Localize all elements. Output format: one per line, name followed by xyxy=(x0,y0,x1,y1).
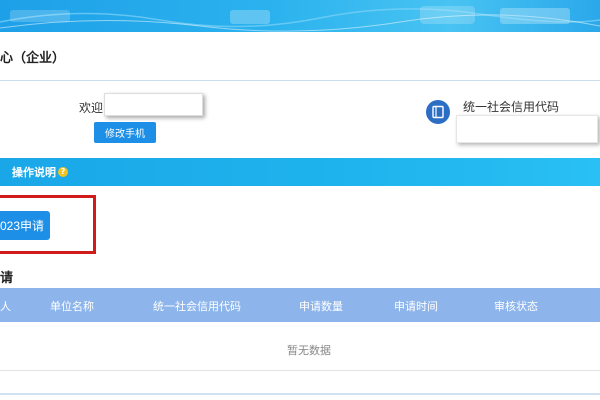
column-header: 单位名称 xyxy=(50,300,94,313)
change-phone-button[interactable]: 修改手机 xyxy=(94,122,156,143)
page-title: 心（企业） xyxy=(0,51,66,66)
empty-state: 暂无数据 xyxy=(287,344,331,357)
credit-code-label: 统一社会信用代码 xyxy=(463,100,560,114)
divider xyxy=(0,80,600,81)
username-display xyxy=(104,93,203,116)
header-banner xyxy=(0,0,600,32)
column-header: 人 xyxy=(0,300,11,313)
book-icon xyxy=(426,100,450,124)
welcome-label: 欢迎 xyxy=(79,101,104,115)
section-title: 请 xyxy=(0,271,14,286)
column-header: 申请数量 xyxy=(299,300,343,313)
column-header: 审核状态 xyxy=(494,300,538,313)
column-header: 统一社会信用代码 xyxy=(153,300,241,313)
page-root: 心（企业） 欢迎 修改手机 统一社会信用代码 操作说明 ? 023申请 请 人 … xyxy=(0,0,600,400)
divider xyxy=(0,370,600,371)
highlight-box xyxy=(0,195,96,254)
banner-decoration xyxy=(0,6,600,32)
credit-code-value xyxy=(456,115,598,143)
instruction-bar xyxy=(0,158,600,186)
instructions-link[interactable]: 操作说明 xyxy=(12,164,56,180)
column-header: 申请时间 xyxy=(394,300,438,313)
question-icon[interactable]: ? xyxy=(58,167,68,177)
divider xyxy=(0,393,600,395)
